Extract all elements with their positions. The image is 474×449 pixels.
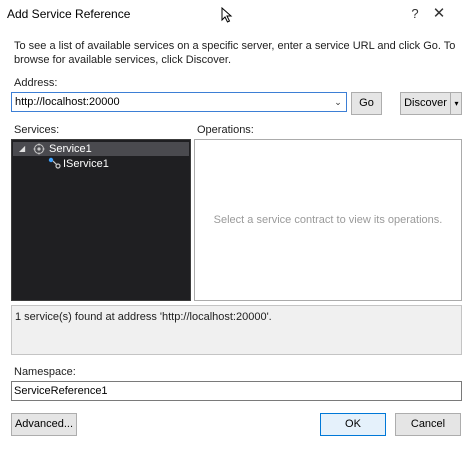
help-button[interactable]: ? — [405, 4, 425, 24]
status-box: 1 service(s) found at address 'http://lo… — [11, 305, 462, 355]
tree-item-service1[interactable]: ◢ Service1 — [13, 142, 189, 156]
status-text: 1 service(s) found at address 'http://lo… — [15, 311, 272, 323]
services-tree[interactable]: ◢ Service1 IService1 — [11, 139, 191, 301]
go-button[interactable]: Go — [351, 92, 382, 115]
discover-button[interactable]: Discover — [401, 93, 450, 114]
tree-item-label: Service1 — [49, 143, 92, 155]
cancel-button[interactable]: Cancel — [395, 413, 461, 436]
service-icon — [33, 143, 45, 155]
title-bar: Add Service Reference ? ✕ — [0, 0, 474, 30]
window-title: Add Service Reference — [7, 7, 131, 21]
operations-placeholder: Select a service contract to view its op… — [213, 214, 443, 226]
operations-list[interactable]: Select a service contract to view its op… — [194, 139, 462, 301]
mouse-cursor-icon — [221, 7, 233, 23]
instructions-text: To see a list of available services on a… — [14, 40, 456, 66]
close-button[interactable]: ✕ — [426, 4, 452, 24]
advanced-button[interactable]: Advanced... — [11, 413, 77, 436]
namespace-label: Namespace: — [14, 366, 76, 378]
discover-dropdown-icon[interactable]: ▾ — [450, 93, 462, 114]
add-service-reference-dialog: Add Service Reference ? ✕ To see a list … — [0, 0, 474, 449]
discover-split-button[interactable]: Discover ▾ — [400, 92, 462, 115]
operations-label: Operations: — [197, 124, 254, 136]
address-input[interactable] — [13, 94, 329, 110]
expand-caret-icon[interactable]: ◢ — [19, 144, 25, 153]
services-label: Services: — [14, 124, 60, 136]
address-combobox[interactable]: ⌄ — [11, 92, 347, 112]
interface-icon — [48, 157, 61, 169]
address-dropdown-icon[interactable]: ⌄ — [330, 93, 346, 111]
ok-button[interactable]: OK — [320, 413, 386, 436]
address-label: Address: — [14, 77, 58, 89]
namespace-input[interactable] — [11, 381, 462, 401]
tree-item-iservice1[interactable]: IService1 — [63, 158, 109, 170]
